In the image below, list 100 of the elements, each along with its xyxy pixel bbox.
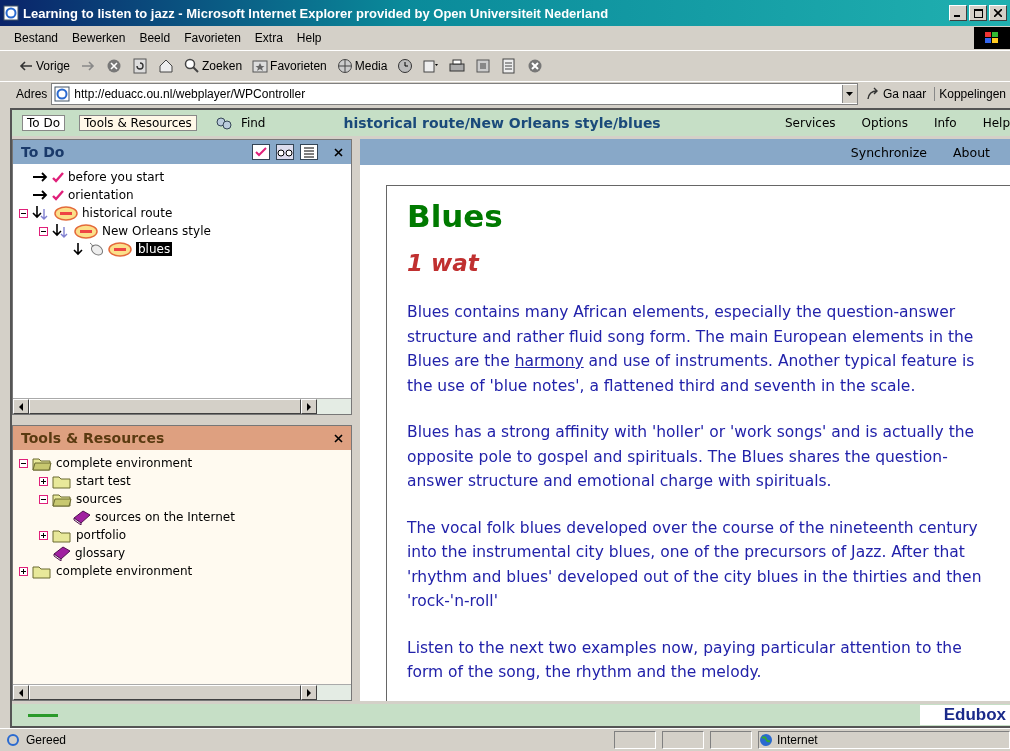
expand-icon[interactable] [39,530,48,540]
collapse-icon[interactable] [39,226,48,236]
paragraph: The vocal folk blues developed over the course of the nineteenth century into the instrumental city blues, one of the precursors of Jazz. After that 'rhythm and blues' developed out of the city blues in the thirties and then 'rock-'n-roll' [407,517,983,612]
status-panel [710,731,752,749]
right-arrow-icon[interactable] [306,688,312,697]
menu-item[interactable]: About [953,144,990,160]
collapse-icon[interactable] [19,458,28,468]
menu-item[interactable]: Bestand [14,31,59,45]
menu-item[interactable]: Options [861,116,908,130]
page-icon [6,733,20,747]
folder-icon [52,473,72,489]
status-panel [614,731,656,749]
expand-icon[interactable] [19,566,28,576]
tree-item[interactable]: portfolio [76,528,127,542]
scrollbar[interactable] [13,684,351,700]
paragraph: Blues has a strong affinity with 'holler' or 'work songs' and is actually the opposite pole to gospel and spirituals. The Blues shares the question-answer structure and emotional charge with spirituals. [407,422,976,492]
binoculars-icon [214,116,233,130]
status-panel [662,731,704,749]
tab[interactable]: Tools & Resources [79,115,197,131]
address-field[interactable]: http://eduacc.ou.nl/webplayer/WPController [51,83,858,105]
tree-item[interactable]: sources [76,492,123,506]
favorites-button[interactable]: Favorieten [250,57,329,75]
down-arrow-icon [72,242,84,256]
search-icon [184,58,201,74]
address-label: Adres [16,87,48,101]
list-icon[interactable] [300,144,318,160]
favorites-icon [252,58,269,74]
go-arrow-icon [865,87,880,101]
menu-item[interactable]: Synchronize [850,144,928,160]
links-button[interactable]: Koppelingen [934,87,1010,101]
breadcrumb: historical route/New Orleans style/blues [343,115,661,131]
menu-item[interactable]: Extra [254,31,283,45]
windows-logo-icon [974,27,1010,49]
page-icon [54,86,71,102]
maximize-button[interactable] [969,5,987,21]
menu-item[interactable]: Help [296,31,322,45]
tree-item[interactable]: blues [136,242,173,256]
brand-label: Edubox [919,705,1010,725]
window-title: Learning to listen to jazz - Microsoft Internet Explorer provided by Open Universiteit Nederland [23,5,610,21]
paragraph: Listen to the next two examples now, paying particular attention to the form of the song, the rhythm and the melody. [407,637,963,683]
tree-item[interactable]: complete environment [56,456,193,470]
folder-icon [32,563,52,579]
progress-icon [28,713,58,717]
check-icon[interactable] [252,144,270,160]
back-button[interactable]: Vorige [16,57,73,75]
menu-item[interactable]: Favorieten [184,31,241,45]
tree-item[interactable]: orientation [68,188,134,202]
page-title: Blues [407,198,504,234]
print-icon [449,58,466,74]
stop-icon [106,58,123,74]
caret-icon [846,92,854,96]
tree-item[interactable]: glossary [75,546,126,560]
search-button[interactable]: Zoeken [182,57,245,75]
minimize-button[interactable] [949,5,967,21]
find-button[interactable]: Find [214,116,266,130]
maximize-icon [973,8,983,18]
left-arrow-icon[interactable] [18,402,24,411]
browser-icon [3,5,19,21]
home-icon [158,58,175,74]
go-button[interactable]: Ga naar [861,87,931,101]
dropdown-button[interactable] [841,85,857,103]
paragraph: Blues contains many African elements, especially the question-answer structure and rather fluid song form. The main European elements in the Blues are the harmony and use of instruments. Another typical feature is the use of 'blue notes', a flattened third and seventh in the scale. [407,302,976,397]
panel-title: Tools & Resources [21,430,165,446]
link[interactable]: harmony [514,352,584,370]
globe-icon [759,733,773,747]
right-arrow-icon [32,190,48,200]
refresh-icon [132,58,149,74]
menu-item[interactable]: Services [785,116,836,130]
tree-item[interactable]: historical route [82,206,173,220]
zone-label: Internet [777,733,818,747]
tree-item[interactable]: complete environment [56,564,193,578]
tree-item[interactable]: before you start [68,170,165,184]
book-icon [72,509,91,525]
folder-icon [32,455,52,471]
tree-item[interactable]: sources on the Internet [95,510,235,524]
print-button[interactable] [447,57,468,75]
tree-item[interactable]: New Orleans style [102,224,211,238]
right-arrow-icon [32,172,48,182]
page-subtitle: 1 wat [407,250,481,276]
glasses-icon[interactable] [276,144,294,160]
tab[interactable]: To Do [22,115,66,131]
close-icon[interactable] [334,147,343,157]
media-button[interactable]: Media [334,57,390,75]
tree-item[interactable]: start test [76,474,131,488]
book-icon [52,545,71,561]
scrollbar[interactable] [13,398,351,414]
right-arrow-icon[interactable] [306,402,312,411]
expand-icon[interactable] [39,476,48,486]
panel-title: To Do [21,144,65,160]
collapse-icon[interactable] [39,494,48,504]
menu-item[interactable]: Beeld [139,31,171,45]
collapse-icon[interactable] [19,208,28,218]
close-icon[interactable] [334,433,343,443]
menu-item[interactable]: Help [982,116,1010,130]
menu-item[interactable]: Info [933,116,957,130]
close-button[interactable] [989,5,1007,21]
down-arrows-icon [32,206,50,220]
status-text: Gereed [26,733,68,747]
left-arrow-icon[interactable] [18,688,24,697]
menu-item[interactable]: Bewerken [72,31,126,45]
